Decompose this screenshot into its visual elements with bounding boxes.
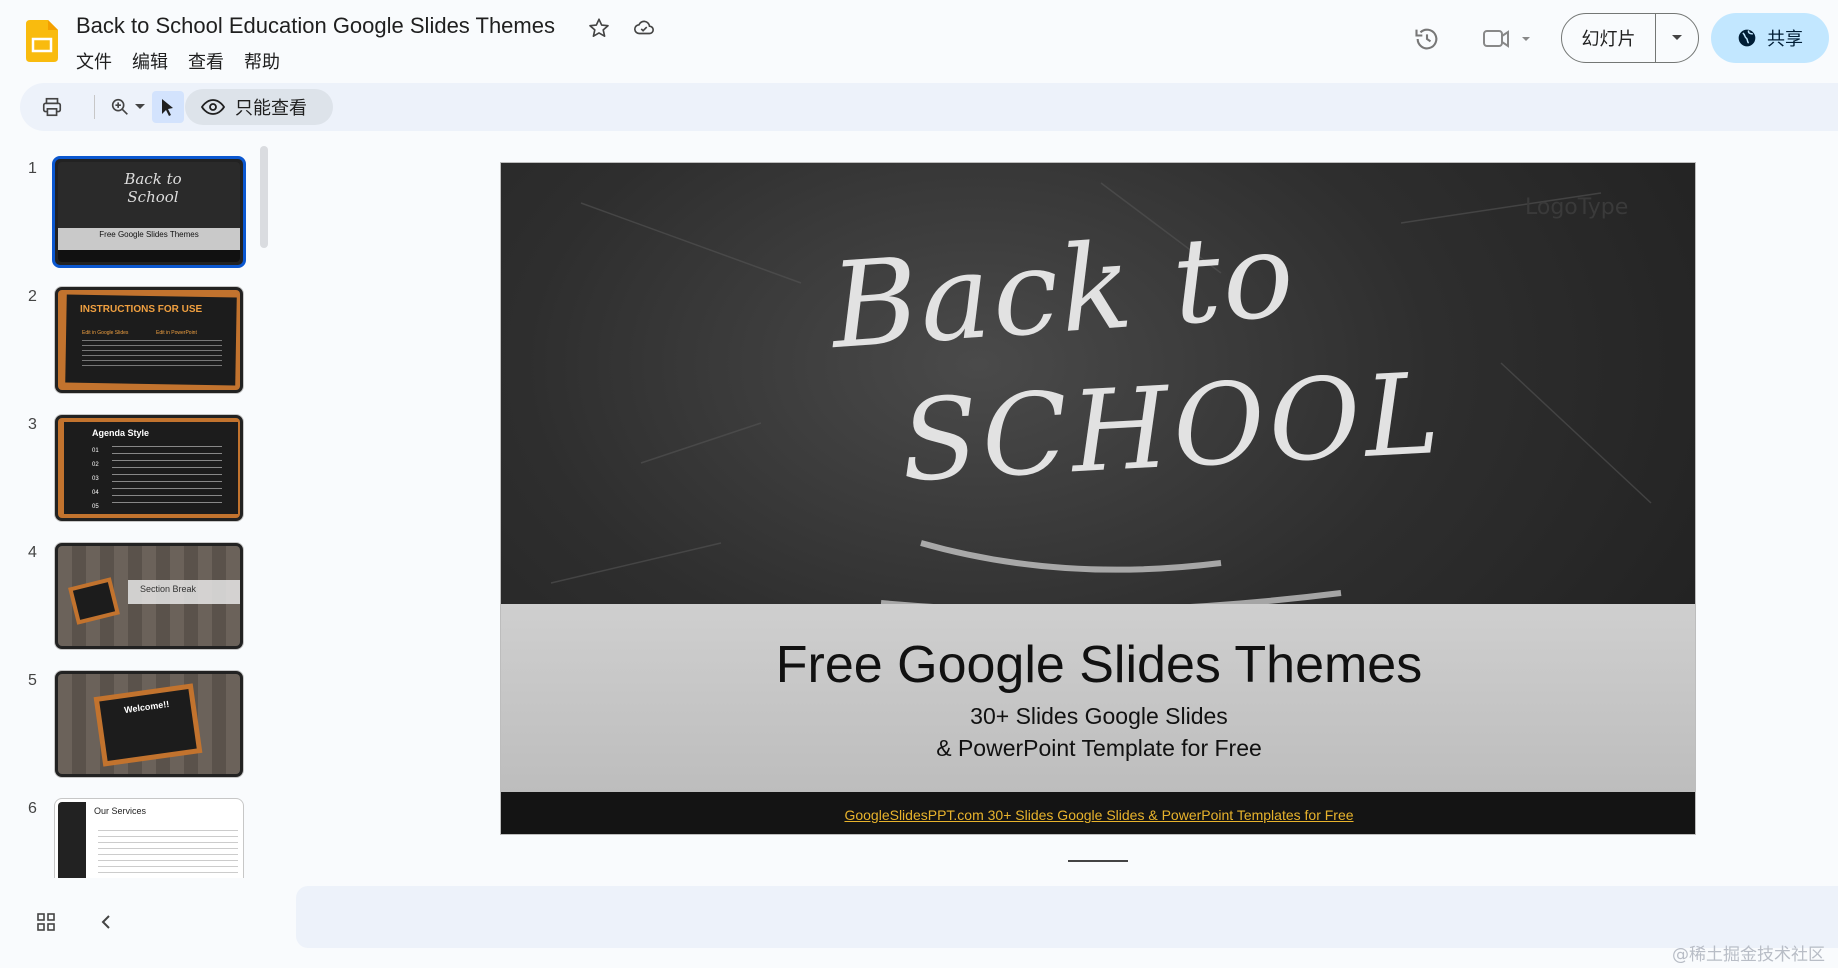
slide-number: 2 bbox=[28, 288, 37, 305]
slide-number: 5 bbox=[28, 672, 37, 689]
share-button[interactable]: 共享 bbox=[1711, 13, 1829, 63]
thumb-2-sub-left: Edit in Google Slides bbox=[82, 330, 129, 336]
thumb-1-title: Back to School bbox=[124, 170, 182, 206]
slide-thumbnail-3[interactable]: Agenda Style 01 02 03 04 05 bbox=[54, 414, 244, 522]
thumb-3-item: 01 bbox=[92, 448, 99, 454]
zoom-dropdown-icon[interactable] bbox=[132, 91, 148, 123]
view-only-label: 只能查看 bbox=[235, 98, 307, 119]
version-history-icon[interactable] bbox=[1410, 22, 1444, 56]
speaker-notes-panel[interactable] bbox=[296, 886, 1838, 948]
menu-bar: 文件 编辑 查看 帮助 bbox=[76, 48, 280, 74]
menu-view[interactable]: 查看 bbox=[188, 48, 224, 74]
select-cursor-icon[interactable] bbox=[152, 91, 184, 123]
menu-edit[interactable]: 编辑 bbox=[132, 48, 168, 74]
slide-footer-link[interactable]: GoogleSlidesPPT.com 30+ Slides Google Sl… bbox=[501, 807, 1695, 823]
thumb-4-title: Section Break bbox=[140, 584, 197, 594]
globe-icon bbox=[1738, 29, 1756, 47]
main-slide-canvas[interactable]: Back to SCHOOL LogoType Free Google Slid… bbox=[500, 162, 1696, 835]
slide-thumbnail-5[interactable]: Welcome!! bbox=[54, 670, 244, 778]
toolbar-divider bbox=[94, 95, 95, 119]
thumb-2-title: INSTRUCTIONS FOR USE bbox=[80, 304, 203, 315]
slide-subtitle-1: 30+ Slides Google Slides bbox=[970, 703, 1228, 729]
print-icon[interactable] bbox=[36, 91, 68, 123]
slide-number: 3 bbox=[28, 416, 37, 433]
slide-thumbnail-2[interactable]: INSTRUCTIONS FOR USE Edit in Google Slid… bbox=[54, 286, 244, 394]
document-title[interactable]: Back to School Education Google Slides T… bbox=[76, 13, 555, 39]
slideshow-button[interactable]: 幻灯片 bbox=[1562, 14, 1656, 62]
slide-title: Free Google Slides Themes bbox=[775, 636, 1423, 694]
slide-number: 1 bbox=[28, 160, 37, 177]
toolbar: 只能查看 bbox=[20, 83, 1838, 131]
slide-filmstrip: 1 Back to School Free Google Slides Them… bbox=[0, 140, 270, 878]
slides-logo-icon[interactable] bbox=[26, 20, 58, 62]
star-icon[interactable] bbox=[586, 15, 612, 41]
thumb-3-item: 04 bbox=[92, 490, 99, 496]
thumb-3-title: Agenda Style bbox=[92, 428, 150, 438]
thumb-1-caption: Free Google Slides Themes bbox=[99, 230, 199, 239]
view-only-button[interactable]: 只能查看 bbox=[185, 89, 333, 125]
thumb-6-title: Our Services bbox=[94, 806, 147, 816]
menu-file[interactable]: 文件 bbox=[76, 48, 112, 74]
notes-resize-handle[interactable] bbox=[1068, 860, 1128, 862]
top-bar: Back to School Education Google Slides T… bbox=[0, 0, 1838, 78]
title-band bbox=[501, 604, 1695, 792]
slide-thumbnail-4[interactable]: Section Break bbox=[54, 542, 244, 650]
filmstrip-scrollbar[interactable] bbox=[260, 146, 268, 248]
menu-help[interactable]: 帮助 bbox=[244, 48, 280, 74]
eye-icon bbox=[201, 99, 225, 115]
slide-logo: LogoType bbox=[1525, 195, 1629, 220]
thumb-3-item: 05 bbox=[92, 504, 99, 510]
meet-camera-icon[interactable] bbox=[1478, 22, 1538, 56]
grid-view-icon[interactable] bbox=[32, 908, 60, 936]
share-label: 共享 bbox=[1767, 29, 1803, 50]
watermark: @稀土掘金技术社区 bbox=[1672, 945, 1825, 965]
thumb-3-item: 03 bbox=[92, 476, 99, 482]
slide-thumbnail-6[interactable]: Our Services bbox=[54, 798, 244, 878]
collapse-panel-icon[interactable] bbox=[92, 908, 120, 936]
slide-thumbnail-1[interactable]: Back to School Free Google Slides Themes bbox=[52, 156, 246, 268]
cloud-saved-icon[interactable] bbox=[631, 15, 657, 41]
slide-number: 4 bbox=[28, 544, 37, 561]
thumb-3-item: 02 bbox=[92, 462, 99, 468]
slideshow-button-group: 幻灯片 bbox=[1561, 13, 1699, 63]
thumb-2-sub-right: Edit in PowerPoint bbox=[156, 330, 197, 336]
slide-subtitle-2: & PowerPoint Template for Free bbox=[936, 735, 1262, 761]
slide-number: 6 bbox=[28, 800, 37, 817]
slideshow-dropdown-icon[interactable] bbox=[1656, 14, 1698, 62]
